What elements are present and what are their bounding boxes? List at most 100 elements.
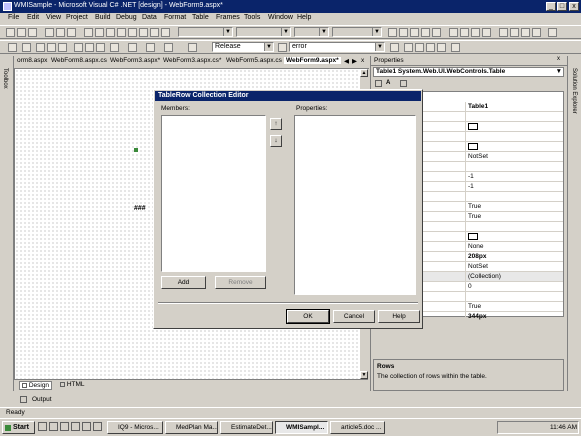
- toolbar-icon[interactable]: [84, 28, 93, 37]
- members-list[interactable]: [161, 115, 266, 272]
- toolbar-icon[interactable]: [150, 28, 159, 37]
- toolbar-icon[interactable]: [45, 28, 54, 37]
- quicklaunch-icon[interactable]: [49, 422, 58, 431]
- justify-icon[interactable]: [482, 28, 491, 37]
- menu-data[interactable]: Data: [142, 14, 157, 21]
- taskbar-item[interactable]: EstimateDet...: [220, 421, 273, 434]
- tab-active[interactable]: WebForm9.aspx*: [284, 57, 341, 64]
- outdent-icon[interactable]: [521, 28, 530, 37]
- taskbar-item[interactable]: MedPlan Ma...: [165, 421, 218, 434]
- quicklaunch-icon[interactable]: [71, 422, 80, 431]
- taskbar-item[interactable]: article5.doc ...: [330, 421, 385, 434]
- nav-forward-icon[interactable]: [164, 43, 173, 52]
- output-tab[interactable]: Output: [32, 396, 52, 403]
- alphabetical-icon[interactable]: A: [386, 80, 395, 89]
- minimize-button[interactable]: _: [546, 2, 556, 11]
- italic-icon[interactable]: [399, 28, 408, 37]
- taskbar-item[interactable]: IQ9 - Micros...: [107, 421, 163, 434]
- tab-scroll-left-icon[interactable]: ◀: [344, 57, 349, 65]
- menu-debug[interactable]: Debug: [116, 14, 137, 21]
- menu-project[interactable]: Project: [66, 14, 88, 21]
- undo-icon[interactable]: [110, 43, 119, 52]
- save-icon[interactable]: [47, 43, 56, 52]
- scroll-down-icon[interactable]: ▼: [360, 371, 368, 379]
- redo-icon[interactable]: [128, 43, 137, 52]
- menu-help[interactable]: Help: [297, 14, 311, 21]
- solution-config-combo[interactable]: Release ▼: [212, 42, 274, 52]
- nav-back-icon[interactable]: [146, 43, 155, 52]
- cut-icon[interactable]: [74, 43, 83, 52]
- save-all-icon[interactable]: [58, 43, 67, 52]
- toolbox-icon[interactable]: [426, 43, 435, 52]
- hyperlink-icon[interactable]: [548, 28, 557, 37]
- menu-view[interactable]: View: [46, 14, 61, 21]
- selection-handle[interactable]: [134, 148, 138, 152]
- menu-build[interactable]: Build: [95, 14, 111, 21]
- underline-icon[interactable]: [410, 28, 419, 37]
- bold-icon[interactable]: [388, 28, 397, 37]
- toolbar-icon[interactable]: [106, 28, 115, 37]
- menu-frames[interactable]: Frames: [216, 14, 240, 21]
- solution-explorer-tab[interactable]: Solution Explorer: [571, 68, 577, 114]
- toolbar-icon[interactable]: [56, 28, 65, 37]
- tab-doc[interactable]: WebForm3.aspx*: [110, 57, 160, 64]
- menu-table[interactable]: Table: [192, 14, 209, 21]
- help-button[interactable]: Help: [378, 310, 420, 323]
- find-combo[interactable]: error ▼: [289, 42, 385, 52]
- align-left-icon[interactable]: [449, 28, 458, 37]
- toolbar-icon[interactable]: [17, 28, 26, 37]
- tab-doc[interactable]: WebForm8.aspx.cs: [51, 57, 107, 64]
- quicklaunch-icon[interactable]: [38, 422, 47, 431]
- toolbar-icon[interactable]: [161, 28, 170, 37]
- block-format-combo[interactable]: ▼: [178, 27, 233, 37]
- tab-design[interactable]: Design: [19, 381, 53, 390]
- paste-icon[interactable]: [96, 43, 105, 52]
- font-name-combo[interactable]: ▼: [236, 27, 291, 37]
- properties-icon[interactable]: [415, 43, 424, 52]
- object-combo[interactable]: Table1 System.Web.UI.WebControls.Table ▼: [373, 67, 564, 77]
- indent-icon[interactable]: [532, 28, 541, 37]
- solution-explorer-icon[interactable]: [404, 43, 413, 52]
- toolbar-icon[interactable]: [139, 28, 148, 37]
- bulleted-list-icon[interactable]: [510, 28, 519, 37]
- toolbar-icon[interactable]: [95, 28, 104, 37]
- start-button[interactable]: Start: [2, 421, 35, 434]
- menu-edit[interactable]: Edit: [27, 14, 39, 21]
- quicklaunch-icon[interactable]: [93, 422, 102, 431]
- maximize-button[interactable]: □: [557, 2, 567, 11]
- style-combo[interactable]: ▼: [332, 27, 382, 37]
- categorized-icon[interactable]: [375, 80, 384, 89]
- class-view-icon[interactable]: [437, 43, 446, 52]
- tab-doc[interactable]: orm8.aspx: [17, 57, 47, 64]
- tab-html[interactable]: HTML: [60, 381, 85, 388]
- taskbar-item-active[interactable]: WMISampl...: [275, 421, 328, 434]
- more-tools-icon[interactable]: [451, 43, 460, 52]
- toolbar-icon[interactable]: [117, 28, 126, 37]
- tab-doc[interactable]: WebForm5.aspx.cs: [226, 57, 282, 64]
- font-size-combo[interactable]: ▼: [294, 27, 329, 37]
- move-down-button[interactable]: ↓: [270, 135, 282, 147]
- move-up-button[interactable]: ↑: [270, 118, 282, 130]
- menu-file[interactable]: File: [8, 14, 19, 21]
- new-project-icon[interactable]: [8, 43, 17, 52]
- menu-window[interactable]: Window: [268, 14, 293, 21]
- quicklaunch-icon[interactable]: [82, 422, 91, 431]
- open-icon[interactable]: [36, 43, 45, 52]
- background-color-icon[interactable]: [432, 28, 441, 37]
- toolbox-tab[interactable]: Toolbox: [2, 68, 8, 89]
- ok-button[interactable]: OK: [286, 309, 330, 324]
- toolbar-icon[interactable]: [128, 28, 137, 37]
- foreground-color-icon[interactable]: [421, 28, 430, 37]
- close-button[interactable]: x: [569, 2, 579, 11]
- pin-icon[interactable]: x: [557, 56, 560, 62]
- properties-grid[interactable]: [294, 115, 416, 295]
- toolbar-icon[interactable]: [67, 28, 76, 37]
- cancel-button[interactable]: Cancel: [333, 310, 375, 323]
- numbered-list-icon[interactable]: [499, 28, 508, 37]
- start-icon[interactable]: [188, 43, 197, 52]
- add-item-icon[interactable]: [22, 43, 31, 52]
- scroll-up-icon[interactable]: ▲: [360, 69, 368, 77]
- align-right-icon[interactable]: [471, 28, 480, 37]
- menu-tools[interactable]: Tools: [244, 14, 260, 21]
- remove-button[interactable]: Remove: [215, 276, 266, 289]
